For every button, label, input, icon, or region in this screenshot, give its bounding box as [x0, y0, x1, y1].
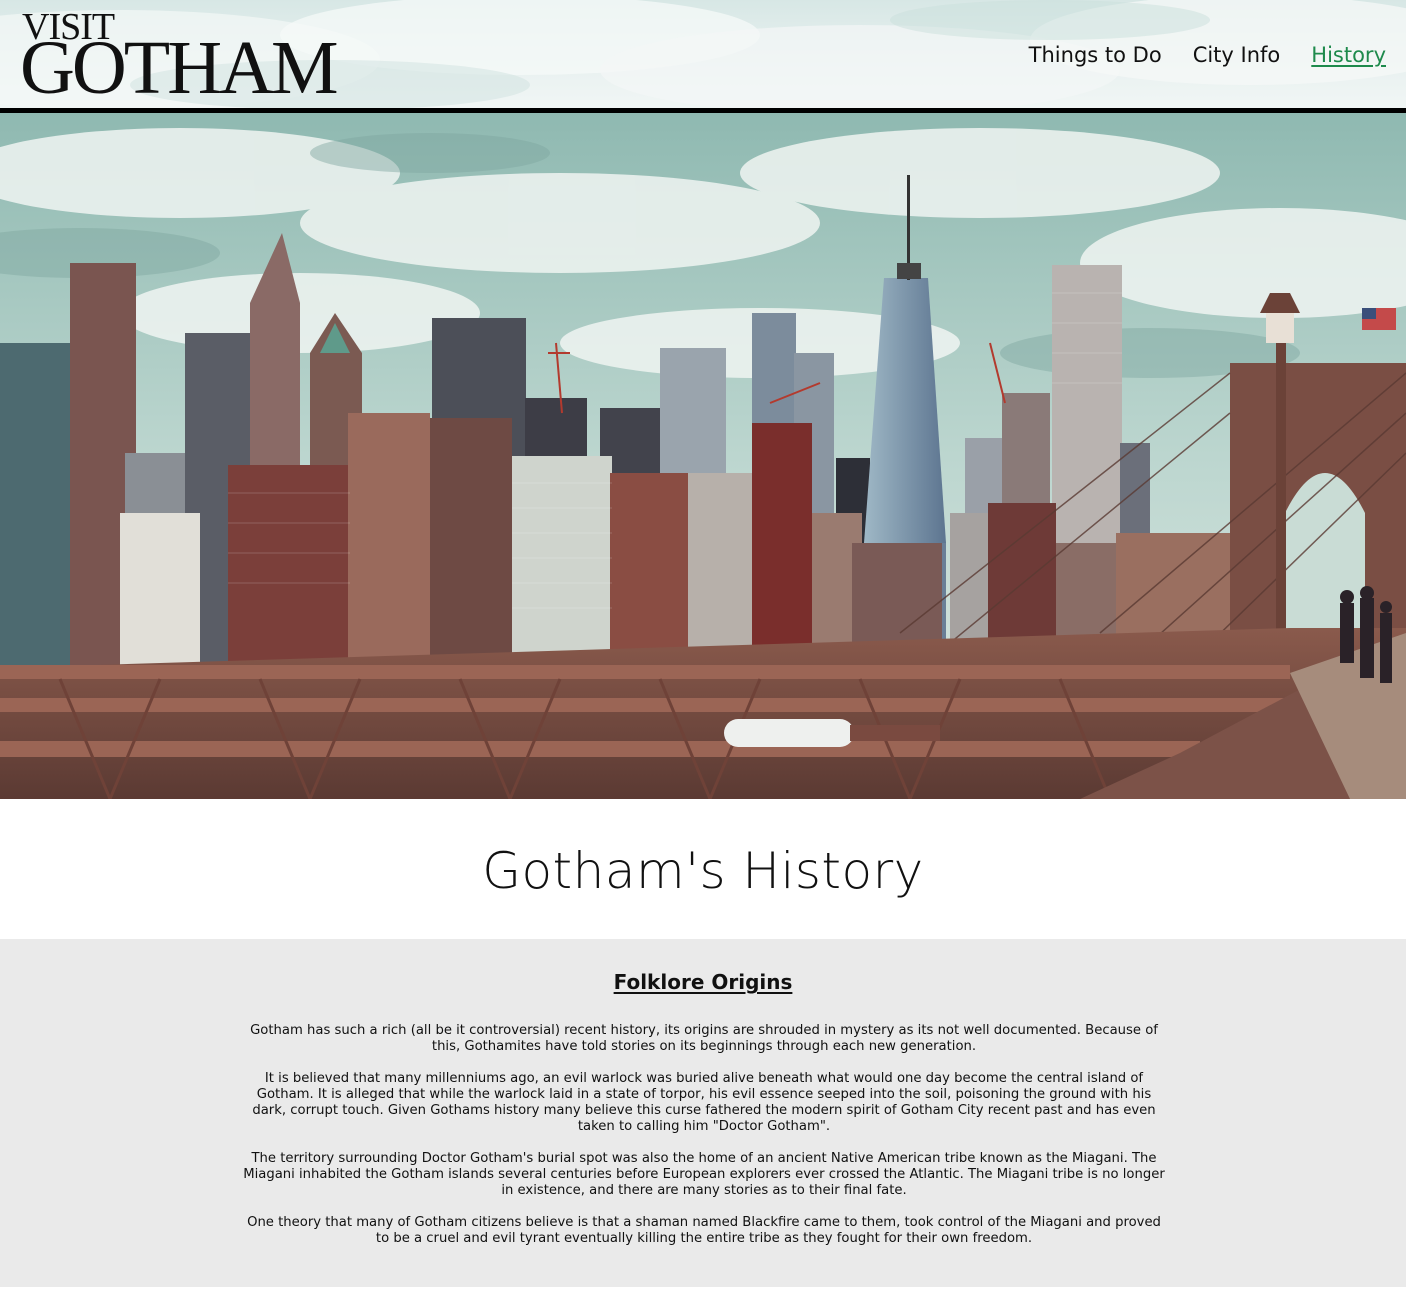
main-nav: Things to Do City Info History	[1029, 40, 1386, 70]
nav-city-info[interactable]: City Info	[1193, 40, 1281, 70]
paragraph: The territory surrounding Doctor Gotham'…	[243, 1151, 1165, 1198]
nav-history[interactable]: History	[1311, 40, 1386, 70]
page-title: Gotham's History	[482, 842, 924, 900]
city-skyline-photo	[0, 113, 1406, 799]
section-body: Gotham has such a rich (all be it contro…	[243, 1023, 1165, 1263]
logo-gotham-text: GOTHAM	[20, 26, 339, 108]
site-header: VISIT GOTHAM Things to Do City Info Hist…	[0, 0, 1406, 108]
paragraph: One theory that many of Gotham citizens …	[247, 1215, 1161, 1246]
site-logo[interactable]: VISIT GOTHAM	[20, 8, 360, 106]
nav-things-to-do[interactable]: Things to Do	[1029, 40, 1162, 70]
folklore-section: Folklore Origins Gotham has such a rich …	[0, 939, 1406, 1287]
section-heading: Folklore Origins	[613, 970, 793, 994]
paragraph: It is believed that many millenniums ago…	[252, 1071, 1156, 1134]
hero-image	[0, 113, 1406, 799]
paragraph: Gotham has such a rich (all be it contro…	[250, 1023, 1158, 1054]
